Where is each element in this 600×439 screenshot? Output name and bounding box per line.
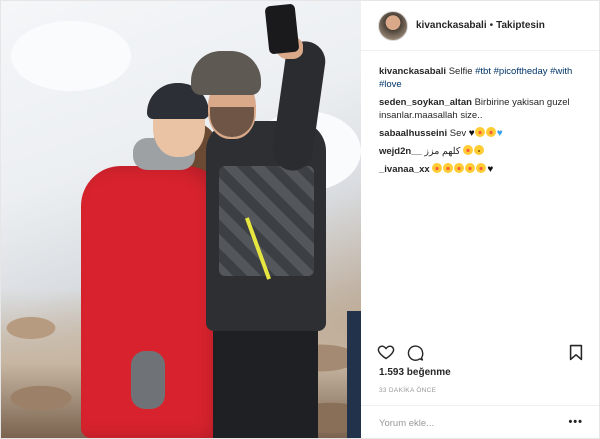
comment-icon[interactable]: [407, 344, 424, 366]
jacket-pattern: [219, 166, 314, 276]
comment-username[interactable]: wejd2n__: [379, 146, 422, 157]
comment-username[interactable]: _ivanaa_xx: [379, 164, 430, 175]
black-heart-emoji: ♥: [487, 164, 494, 175]
comments-list: kivanckasabali Selfie #tbt #picoftheday …: [361, 51, 599, 176]
man-pants: [213, 326, 318, 438]
caption-text: Selfie: [448, 66, 473, 77]
comment-username[interactable]: seden_soykan_altan: [379, 97, 472, 108]
comment-text: كلهم مزز: [424, 146, 461, 157]
more-options-icon[interactable]: •••: [568, 416, 583, 428]
hashtag-link[interactable]: #love: [379, 79, 402, 90]
bookmark-icon[interactable]: [569, 344, 583, 366]
comment-text: Sev: [449, 128, 467, 139]
photo-edge-figure: [347, 311, 361, 438]
snow-patch: [11, 21, 131, 91]
add-comment-input[interactable]: Yorum ekle...: [379, 418, 434, 429]
post-timestamp: 33 DAKİKA ÖNCE: [379, 387, 437, 394]
header-separator: •: [489, 20, 494, 31]
heart-eyes-emoji: [476, 163, 487, 173]
header-username[interactable]: kivanckasabali: [416, 20, 487, 31]
add-comment-bar: Yorum ekle... •••: [361, 405, 599, 439]
heart-eyes-emoji: [432, 163, 443, 173]
likes-count[interactable]: 1.593 beğenme: [379, 367, 451, 378]
heart-eyes-emoji: [454, 163, 465, 173]
heart-eyes-emoji: [474, 127, 485, 137]
comment-item: seden_soykan_altan Birbirine yakisan guz…: [379, 96, 585, 122]
heart-eyes-emoji: [463, 145, 473, 155]
hashtag-link[interactable]: #tbt: [475, 66, 491, 77]
instagram-post: kivanckasabali • Takiptesin kivanckasaba…: [0, 0, 600, 439]
caption-username[interactable]: kivanckasabali: [379, 66, 446, 77]
comment-item: _ivanaa_xx ♥: [379, 163, 585, 176]
comment-item: wejd2n__ كلهم مزز: [379, 145, 585, 158]
follow-status[interactable]: Takiptesin: [496, 20, 545, 31]
avatar[interactable]: [378, 10, 408, 41]
comment-username[interactable]: sabaalhusseini: [379, 128, 447, 139]
post-actions: [361, 341, 599, 365]
blue-heart-emoji: ♥: [496, 128, 503, 139]
smartphone: [264, 3, 300, 55]
heart-eyes-emoji: [443, 163, 454, 173]
hashtag-link[interactable]: #with: [550, 66, 572, 77]
heart-icon[interactable]: [377, 344, 395, 365]
black-heart-emoji: ♥: [468, 128, 475, 139]
post-photo[interactable]: [1, 1, 361, 438]
fur-hat: [191, 51, 261, 95]
post-side-panel: kivanckasabali • Takiptesin kivanckasaba…: [361, 1, 599, 438]
hashtag-link[interactable]: #picoftheday: [494, 66, 548, 77]
comment-item: sabaalhusseini Sev ♥ ♥: [379, 127, 585, 140]
heart-eyes-emoji: [465, 163, 476, 173]
grey-glove: [131, 351, 165, 409]
post-header: kivanckasabali • Takiptesin: [361, 1, 599, 51]
caption: kivanckasabali Selfie #tbt #picoftheday …: [379, 65, 585, 91]
sad-face-emoji: [474, 145, 484, 155]
heart-eyes-emoji: [485, 127, 496, 137]
